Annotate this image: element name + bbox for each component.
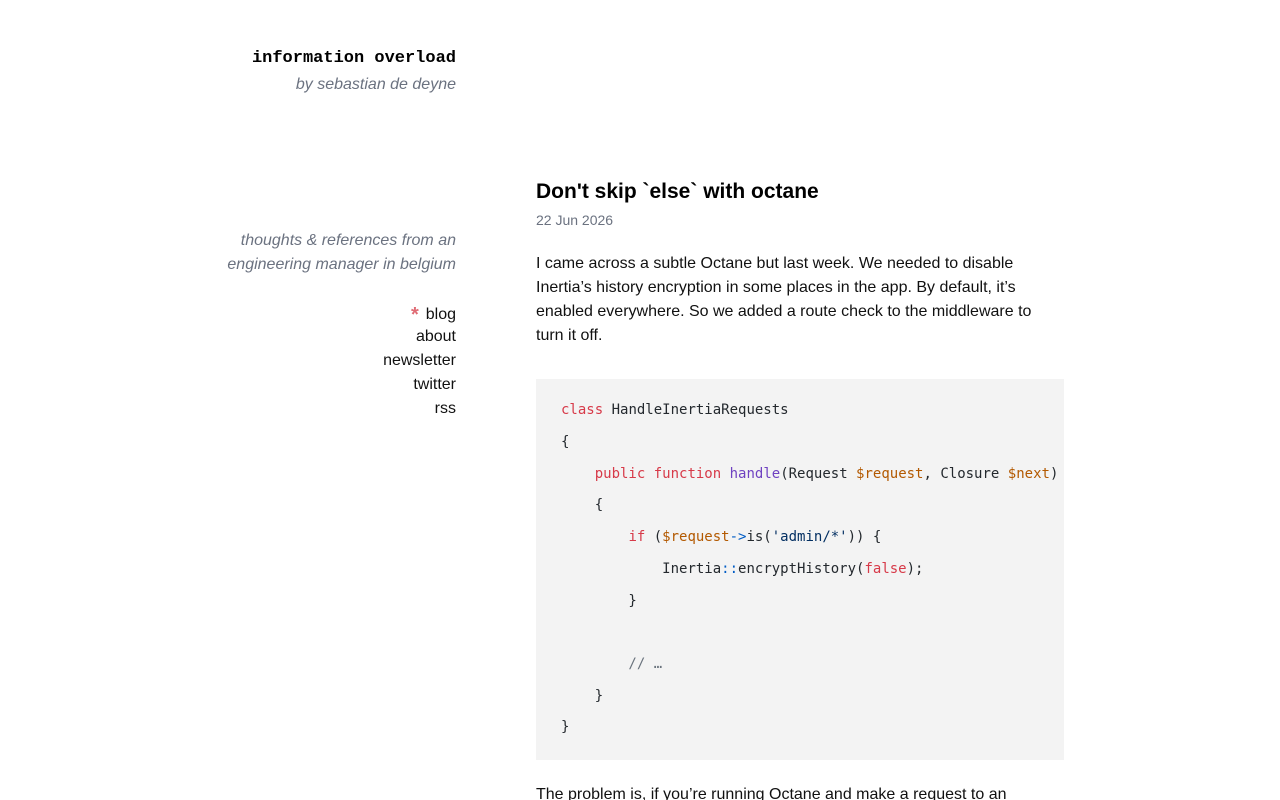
nav-item-newsletter[interactable]: newsletter: [256, 349, 456, 373]
tagline-line: thoughts & references from an: [240, 232, 456, 249]
code-text: );: [906, 561, 924, 577]
nav-item-rss[interactable]: rss: [256, 397, 456, 421]
nav-item-label[interactable]: blog: [426, 306, 456, 323]
paragraph-line: enabled everywhere. So we added a route …: [536, 303, 1032, 320]
post-date: 22 Jun 2026: [536, 212, 614, 228]
code-text: )) {: [847, 529, 882, 545]
code-string: 'admin/*': [771, 529, 848, 545]
post-paragraph: The problem is, if you’re running Octane…: [536, 783, 1064, 800]
code-text: (: [645, 529, 663, 545]
code-function-name: handle: [729, 466, 781, 482]
code-keyword: false: [864, 561, 907, 577]
code-operator: ->: [729, 529, 747, 545]
nav-item-label[interactable]: rss: [435, 400, 456, 417]
nav-item-label[interactable]: twitter: [413, 376, 456, 393]
code-text: (Request: [780, 466, 857, 482]
paragraph-line: The problem is, if you’re running Octane…: [536, 786, 1007, 800]
nav-item-about[interactable]: about: [256, 325, 456, 349]
code-text: , Closure: [923, 466, 1008, 482]
post-intro-paragraph: I came across a subtle Octane but last w…: [536, 252, 1064, 348]
code-line: }: [561, 688, 604, 704]
code-line: Inertia::encryptHistory(false);: [561, 559, 923, 579]
code-line: {: [561, 434, 570, 450]
code-keyword: public: [594, 466, 646, 482]
code-variable: $request: [662, 529, 730, 545]
post-title: Don't skip `else` with octane: [536, 180, 819, 203]
paragraph-line: Inertia’s history encryption in some pla…: [536, 279, 1016, 296]
main-nav: * blog about newsletter twitter rss: [256, 301, 456, 421]
code-line: class HandleInertiaRequests: [561, 400, 789, 420]
code-text: encryptHistory(: [738, 561, 865, 577]
code-text: is(: [746, 529, 772, 545]
code-line: public function handle(Request $request,…: [561, 464, 1059, 484]
nav-item-label[interactable]: about: [416, 328, 456, 345]
code-variable: $request: [856, 466, 924, 482]
code-block[interactable]: class HandleInertiaRequests { public fun…: [536, 379, 1064, 760]
nav-item-label[interactable]: newsletter: [383, 352, 456, 369]
code-keyword: function: [653, 466, 722, 482]
code-line: }: [561, 593, 637, 609]
site-byline: by sebastian de deyne: [295, 76, 456, 93]
code-class-name: HandleInertiaRequests: [603, 402, 789, 418]
code-text: ): [1049, 466, 1059, 482]
paragraph-line: I came across a subtle Octane but last w…: [536, 255, 1014, 272]
active-asterisk-icon: *: [410, 304, 419, 326]
tagline-line: engineering manager in belgium: [227, 256, 456, 273]
nav-item-blog[interactable]: * blog: [256, 301, 456, 326]
paragraph-line: turn it off.: [536, 327, 603, 344]
code-line: }: [561, 719, 570, 735]
code-class-name: Inertia: [662, 561, 722, 577]
code-keyword: class: [561, 402, 604, 418]
code-line: if ($request->is('admin/*')) {: [561, 527, 881, 547]
code-comment: // …: [561, 656, 663, 672]
site-tagline: thoughts & references from an engineerin…: [196, 229, 456, 277]
code-line: {: [561, 497, 604, 513]
code-variable: $next: [1007, 466, 1050, 482]
nav-item-twitter[interactable]: twitter: [256, 373, 456, 397]
code-keyword: if: [628, 529, 646, 545]
site-title[interactable]: information overload: [252, 47, 456, 71]
code-operator: ::: [721, 561, 739, 577]
